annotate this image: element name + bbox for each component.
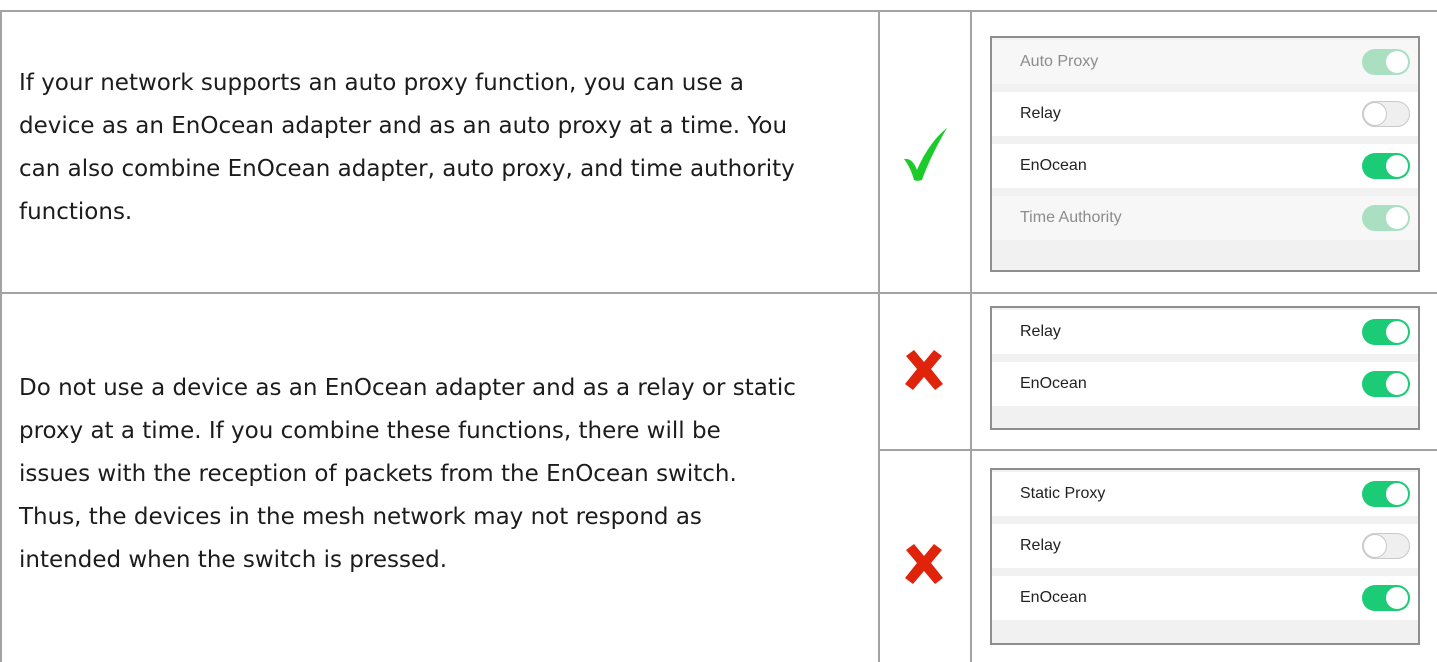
setting-label: Relay: [1020, 105, 1061, 122]
settings-panel-allowed: Auto Proxy Relay EnOcean Time Authority: [990, 36, 1420, 272]
toggle-knob: [1364, 535, 1386, 557]
setting-label: Static Proxy: [1020, 485, 1106, 502]
toggle-knob: [1386, 321, 1408, 343]
setting-label: EnOcean: [1020, 157, 1087, 174]
setting-label: Auto Proxy: [1020, 53, 1099, 70]
setting-toggle: [1362, 49, 1410, 75]
setting-row: Static Proxy: [992, 472, 1418, 516]
setting-toggle[interactable]: [1362, 153, 1410, 179]
toggle-knob: [1386, 587, 1408, 609]
table-border-left: [0, 10, 2, 662]
settings-panel-forbidden-1: Relay EnOcean: [990, 306, 1420, 430]
cross-icon: [905, 350, 943, 390]
text-line: device as an EnOcean adapter and as an a…: [19, 113, 788, 139]
checkmark-icon: [904, 128, 947, 181]
setting-toggle[interactable]: [1362, 319, 1410, 345]
setting-label: Relay: [1020, 323, 1061, 340]
setting-toggle[interactable]: [1362, 585, 1410, 611]
column-divider-1: [878, 10, 880, 662]
toggle-knob: [1364, 103, 1386, 125]
row-divider: [0, 292, 1437, 294]
text-line: functions.: [19, 199, 133, 225]
comparison-table: If your network supports an auto proxy f…: [0, 0, 1437, 662]
row-1-description: If your network supports an auto proxy f…: [19, 62, 869, 234]
setting-label: EnOcean: [1020, 375, 1087, 392]
text-line: issues with the reception of packets fro…: [19, 461, 737, 487]
setting-row: EnOcean: [992, 362, 1418, 406]
setting-row: Time Authority: [992, 196, 1418, 240]
setting-row: Auto Proxy: [992, 40, 1418, 84]
setting-toggle: [1362, 205, 1410, 231]
toggle-knob: [1386, 207, 1408, 229]
setting-label: EnOcean: [1020, 589, 1087, 606]
setting-row: EnOcean: [992, 576, 1418, 620]
row-2-description: Do not use a device as an EnOcean adapte…: [19, 367, 869, 582]
column-divider-2: [970, 10, 972, 662]
setting-row: Relay: [992, 310, 1418, 354]
setting-row: EnOcean: [992, 144, 1418, 188]
text-line: Thus, the devices in the mesh network ma…: [19, 504, 702, 530]
table-border-top: [0, 10, 1437, 12]
text-line: intended when the switch is pressed.: [19, 547, 448, 573]
sub-row-divider: [880, 449, 1437, 451]
text-line: proxy at a time. If you combine these fu…: [19, 418, 721, 444]
setting-label: Relay: [1020, 537, 1061, 554]
text-line: Do not use a device as an EnOcean adapte…: [19, 375, 796, 401]
settings-panel-forbidden-2: Static Proxy Relay EnOcean: [990, 468, 1420, 645]
text-line: can also combine EnOcean adapter, auto p…: [19, 156, 795, 182]
cross-icon: [905, 544, 943, 584]
toggle-knob: [1386, 483, 1408, 505]
setting-toggle[interactable]: [1362, 533, 1410, 559]
toggle-knob: [1386, 373, 1408, 395]
toggle-knob: [1386, 51, 1408, 73]
text-line: If your network supports an auto proxy f…: [19, 70, 744, 96]
setting-row: Relay: [992, 524, 1418, 568]
setting-toggle[interactable]: [1362, 371, 1410, 397]
setting-toggle[interactable]: [1362, 101, 1410, 127]
toggle-knob: [1386, 155, 1408, 177]
setting-label: Time Authority: [1020, 209, 1122, 226]
setting-row: Relay: [992, 92, 1418, 136]
setting-toggle[interactable]: [1362, 481, 1410, 507]
